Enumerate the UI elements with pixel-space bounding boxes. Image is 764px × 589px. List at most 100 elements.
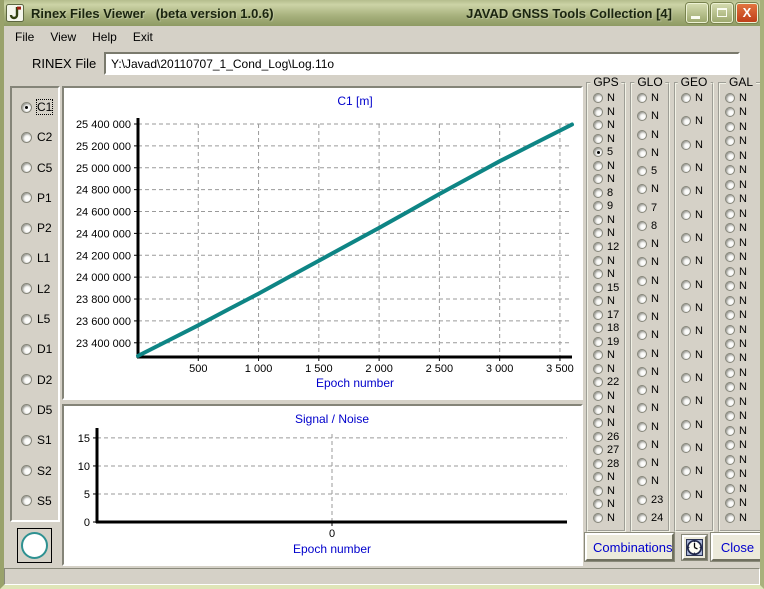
sat-gps-row-3[interactable]: N (593, 119, 624, 131)
radio-p1[interactable] (21, 192, 32, 203)
sat-gal-row-22[interactable]: N (725, 396, 762, 408)
sat-gps-row-17[interactable]: 17 (593, 309, 624, 321)
signal-type-c5[interactable]: C5 (21, 161, 58, 175)
signal-type-p1[interactable]: P1 (21, 191, 58, 205)
sat-glo-row-2[interactable]: N (637, 110, 668, 122)
sat-glo-row-12[interactable]: N (637, 293, 668, 305)
radio-c5[interactable] (21, 162, 32, 173)
sat-gps-row-24[interactable]: N (593, 404, 624, 416)
sat-gal-row-2[interactable]: N (725, 106, 762, 118)
sat-glo-row-15[interactable]: N (637, 348, 668, 360)
radio-sat-gps-3[interactable] (593, 120, 603, 130)
radio-sat-glo-9[interactable] (637, 239, 647, 249)
radio-sat-gal-15[interactable] (725, 296, 735, 306)
radio-sat-gps-20[interactable] (593, 350, 603, 360)
radio-sat-gal-22[interactable] (725, 397, 735, 407)
sat-gal-row-27[interactable]: N (725, 468, 762, 480)
sat-gps-row-23[interactable]: N (593, 390, 624, 402)
sat-geo-row-18[interactable]: N (681, 489, 712, 501)
radio-sat-glo-20[interactable] (637, 440, 647, 450)
radio-d5[interactable] (21, 404, 32, 415)
sat-glo-row-10[interactable]: N (637, 256, 668, 268)
radio-sat-glo-23[interactable] (637, 495, 647, 505)
sat-geo-row-11[interactable]: N (681, 325, 712, 337)
sat-gal-row-8[interactable]: N (725, 193, 762, 205)
radio-sat-gal-11[interactable] (725, 238, 735, 248)
sat-glo-row-7[interactable]: 7 (637, 202, 668, 214)
sat-gal-row-20[interactable]: N (725, 367, 762, 379)
radio-sat-glo-24[interactable] (637, 513, 647, 523)
sat-gps-row-28[interactable]: 28 (593, 458, 624, 470)
radio-sat-glo-5[interactable] (637, 166, 647, 176)
radio-sat-geo-14[interactable] (681, 396, 691, 406)
sat-geo-row-17[interactable]: N (681, 465, 712, 477)
sat-glo-row-16[interactable]: N (637, 366, 668, 378)
sat-gps-row-29[interactable]: N (593, 471, 624, 483)
signal-type-s5[interactable]: S5 (21, 494, 58, 508)
sat-gps-row-9[interactable]: 9 (593, 200, 624, 212)
sat-gps-row-14[interactable]: N (593, 268, 624, 280)
sat-gal-row-6[interactable]: N (725, 164, 762, 176)
radio-sat-gps-1[interactable] (593, 93, 603, 103)
radio-sat-geo-18[interactable] (681, 490, 691, 500)
sat-geo-row-15[interactable]: N (681, 419, 712, 431)
radio-sat-geo-6[interactable] (681, 210, 691, 220)
radio-sat-gps-17[interactable] (593, 310, 603, 320)
radio-sat-gal-12[interactable] (725, 252, 735, 262)
radio-sat-gal-9[interactable] (725, 209, 735, 219)
sat-glo-row-11[interactable]: N (637, 275, 668, 287)
signal-type-l1[interactable]: L1 (21, 251, 58, 265)
sat-geo-row-16[interactable]: N (681, 442, 712, 454)
sat-gps-row-26[interactable]: 26 (593, 431, 624, 443)
radio-sat-geo-10[interactable] (681, 303, 691, 313)
sat-gal-row-25[interactable]: N (725, 439, 762, 451)
signal-type-l5[interactable]: L5 (21, 312, 58, 326)
sat-gal-row-30[interactable]: N (725, 512, 762, 524)
signal-type-s2[interactable]: S2 (21, 464, 58, 478)
sat-gps-row-32[interactable]: N (593, 512, 624, 524)
radio-sat-gps-27[interactable] (593, 445, 603, 455)
radio-sat-geo-1[interactable] (681, 93, 691, 103)
radio-sat-geo-8[interactable] (681, 256, 691, 266)
sat-gps-row-20[interactable]: N (593, 349, 624, 361)
radio-sat-gps-10[interactable] (593, 215, 603, 225)
sat-glo-row-19[interactable]: N (637, 421, 668, 433)
sat-geo-row-10[interactable]: N (681, 302, 712, 314)
close-window-button[interactable]: X (736, 3, 758, 23)
radio-s1[interactable] (21, 435, 32, 446)
radio-sat-gal-27[interactable] (725, 469, 735, 479)
sat-gal-row-23[interactable]: N (725, 410, 762, 422)
radio-sat-geo-12[interactable] (681, 350, 691, 360)
radio-sat-geo-16[interactable] (681, 443, 691, 453)
radio-sat-gps-14[interactable] (593, 269, 603, 279)
sat-geo-row-6[interactable]: N (681, 209, 712, 221)
radio-sat-gps-7[interactable] (593, 174, 603, 184)
sat-glo-row-24[interactable]: 24 (637, 512, 668, 524)
radio-sat-gal-5[interactable] (725, 151, 735, 161)
radio-sat-gps-4[interactable] (593, 134, 603, 144)
sat-geo-row-7[interactable]: N (681, 232, 712, 244)
radio-sat-geo-3[interactable] (681, 140, 691, 150)
signal-type-s1[interactable]: S1 (21, 433, 58, 447)
sat-gal-row-19[interactable]: N (725, 352, 762, 364)
sat-gps-row-31[interactable]: N (593, 498, 624, 510)
radio-sat-gps-8[interactable] (593, 188, 603, 198)
radio-sat-gal-28[interactable] (725, 484, 735, 494)
signal-type-l2[interactable]: L2 (21, 282, 58, 296)
sat-gps-row-15[interactable]: 15 (593, 282, 624, 294)
sat-gps-row-6[interactable]: N (593, 160, 624, 172)
sat-glo-row-6[interactable]: N (637, 183, 668, 195)
radio-sat-glo-15[interactable] (637, 349, 647, 359)
sat-geo-row-13[interactable]: N (681, 372, 712, 384)
signal-type-d5[interactable]: D5 (21, 403, 58, 417)
sat-gps-row-1[interactable]: N (593, 92, 624, 104)
rinex-file-input[interactable] (104, 52, 740, 75)
sat-geo-row-4[interactable]: N (681, 162, 712, 174)
radio-sat-glo-14[interactable] (637, 330, 647, 340)
radio-sat-gps-25[interactable] (593, 418, 603, 428)
radio-sat-gal-23[interactable] (725, 411, 735, 421)
radio-sat-gps-29[interactable] (593, 472, 603, 482)
radio-sat-gal-21[interactable] (725, 382, 735, 392)
menu-item-help[interactable]: Help (84, 28, 125, 46)
radio-sat-glo-13[interactable] (637, 312, 647, 322)
